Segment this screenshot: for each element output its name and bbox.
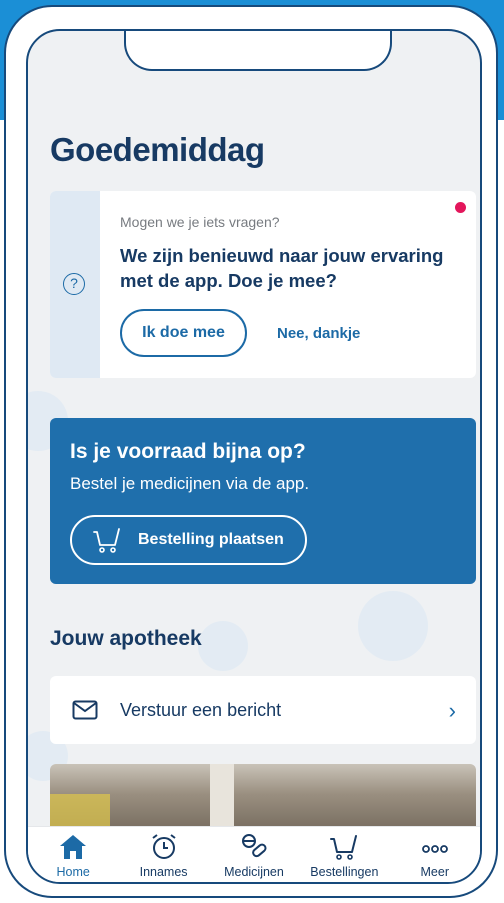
tab-home[interactable]: Home: [29, 833, 117, 879]
tab-label: Medicijnen: [224, 865, 284, 879]
promo-title: Is je voorraad bijna op?: [70, 440, 306, 463]
page-title: Goedemiddag: [50, 131, 265, 168]
survey-card: ? Mogen we je iets vragen? We zijn benie…: [50, 191, 476, 378]
send-message-label: Verstuur een bericht: [120, 699, 282, 720]
decor-shape: [198, 621, 248, 671]
more-icon: [421, 845, 448, 853]
help-icon: ?: [63, 273, 85, 295]
survey-kicker: Mogen we je iets vragen?: [120, 214, 280, 230]
home-icon: [60, 835, 87, 859]
phone-frame: Goedemiddag ? Mogen we je iets vragen? W…: [4, 5, 498, 898]
chevron-right-icon: ›: [448, 698, 456, 723]
tab-bestellingen[interactable]: Bestellingen: [300, 833, 388, 879]
survey-question: We zijn benieuwd naar jouw ervaring met …: [120, 245, 444, 291]
tab-label: Home: [56, 865, 90, 879]
tab-innames[interactable]: Innames: [120, 833, 208, 879]
survey-decline-button[interactable]: Nee, dankje: [277, 325, 360, 342]
tab-medicijnen[interactable]: Medicijnen: [210, 833, 298, 879]
reorder-promo-card: Is je voorraad bijna op? Bestel je medic…: [50, 418, 476, 584]
phone-notch: [124, 31, 392, 71]
pharmacy-section-title: Jouw apotheek: [50, 627, 202, 650]
alarm-clock-icon: [151, 834, 176, 859]
tab-bar: Home Innames Medicijnen Bestellingen Mee…: [28, 826, 480, 882]
pills-icon: [241, 834, 267, 858]
survey-side-panel: ?: [50, 191, 100, 378]
tab-label: Innames: [139, 865, 188, 879]
tab-label: Bestellingen: [310, 865, 379, 879]
cart-icon: [93, 528, 120, 553]
survey-accept-button[interactable]: Ik doe mee: [120, 309, 247, 357]
send-message-row[interactable]: Verstuur een bericht ›: [50, 676, 476, 744]
app-screen: Goedemiddag ? Mogen we je iets vragen? W…: [26, 29, 482, 884]
promo-subtitle: Bestel je medicijnen via de app.: [70, 474, 310, 493]
cart-icon: [330, 835, 358, 860]
place-order-button[interactable]: Bestelling plaatsen: [70, 515, 307, 565]
tab-label: Meer: [420, 865, 449, 879]
envelope-icon: [72, 700, 98, 720]
place-order-label: Bestelling plaatsen: [138, 531, 284, 548]
notification-dot: [455, 202, 466, 213]
decor-shape: [358, 591, 428, 661]
tab-meer[interactable]: Meer: [391, 833, 479, 879]
